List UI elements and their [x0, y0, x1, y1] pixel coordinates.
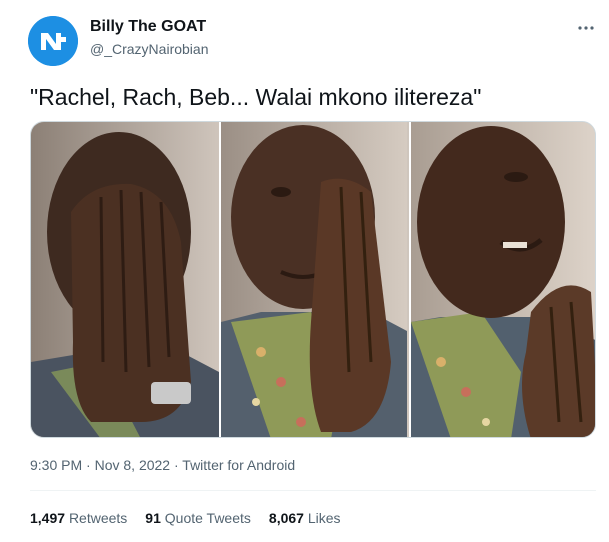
retweets-stat[interactable]: 1,497 Retweets [30, 510, 127, 526]
tweet-date[interactable]: Nov 8, 2022 [95, 457, 171, 473]
engagement-stats: 1,497 Retweets 91 Quote Tweets 8,067 Lik… [30, 510, 341, 526]
photo-man-looking-up[interactable] [409, 122, 595, 437]
quote-tweets-label: Quote Tweets [164, 510, 251, 526]
tweet-card: Billy The GOAT @_CrazyNairobian "Rachel,… [0, 0, 609, 542]
quote-tweets-stat[interactable]: 91 Quote Tweets [145, 510, 251, 526]
author-display-name[interactable]: Billy The GOAT [90, 18, 206, 36]
photo-man-covering-face[interactable] [31, 122, 219, 437]
likes-count: 8,067 [268, 510, 304, 526]
tweet-source[interactable]: Twitter for Android [182, 457, 295, 473]
meta-separator: · [170, 457, 183, 473]
more-horizontal-icon[interactable] [574, 20, 598, 36]
tweet-time[interactable]: 9:30 PM [30, 457, 82, 473]
brand-logo-icon [28, 16, 78, 66]
retweets-label: Retweets [68, 510, 128, 526]
author-handle[interactable]: @_CrazyNairobian [90, 41, 208, 57]
quote-tweets-count: 91 [145, 510, 161, 526]
likes-label: Likes [307, 510, 341, 526]
tweet-meta: 9:30 PM · Nov 8, 2022 · Twitter for Andr… [30, 457, 295, 473]
tweet-text: "Rachel, Rach, Beb... Walai mkono iliter… [30, 84, 482, 110]
tweet-media[interactable] [30, 121, 596, 438]
photo-man-crying-hands-pressed[interactable] [219, 122, 407, 437]
avatar[interactable] [28, 16, 78, 66]
retweets-count: 1,497 [30, 510, 66, 526]
divider [30, 490, 596, 491]
likes-stat[interactable]: 8,067 Likes [269, 510, 341, 526]
meta-separator: · [82, 457, 95, 473]
